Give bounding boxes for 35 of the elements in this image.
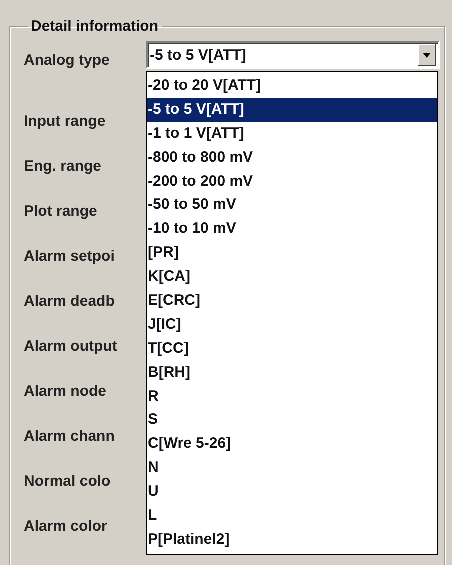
dropdown-option[interactable]: N: [147, 456, 437, 480]
field-label: Eng. range: [24, 158, 103, 176]
dropdown-option[interactable]: P[Platinel2]: [147, 528, 437, 552]
dropdown-option[interactable]: -200 to 200 mV: [147, 170, 437, 194]
field-label: Alarm setpoi: [24, 248, 116, 266]
dropdown-option[interactable]: -1 to 1 V[ATT]: [147, 122, 437, 146]
dropdown-option[interactable]: -800 to 800 mV: [147, 146, 437, 170]
field-label: Alarm chann: [24, 428, 116, 446]
dropdown-option[interactable]: -20 to 20 V[ATT]: [147, 74, 437, 98]
dropdown-option[interactable]: C[Wre 5-26]: [147, 432, 437, 456]
dropdown-button[interactable]: [418, 44, 436, 66]
field-label: Alarm output: [24, 338, 118, 356]
dropdown-option[interactable]: -50 to 50 mV: [147, 193, 437, 218]
field-label: Alarm deadb: [24, 293, 116, 311]
field-label: Analog type: [24, 52, 111, 69]
field-label: Normal colo: [24, 473, 112, 491]
field-label: Input range: [24, 113, 107, 131]
dropdown-option[interactable]: -5 to 5 V[ATT]: [147, 98, 437, 122]
dropdown-option[interactable]: -10 to 10 mV: [147, 217, 437, 242]
dropdown-option[interactable]: R: [147, 384, 437, 408]
dropdown-option[interactable]: J[IC]: [147, 312, 437, 337]
dropdown-option[interactable]: S: [147, 408, 437, 432]
analog-type-dropdown[interactable]: -5 to 5 V[ATT]: [146, 41, 440, 69]
dropdown-option[interactable]: L: [147, 504, 437, 528]
dropdown-option[interactable]: B[RH]: [147, 360, 437, 385]
dropdown-option[interactable]: T[CC]: [147, 336, 437, 361]
dropdown-option[interactable]: U: [147, 480, 437, 504]
field-label: Alarm node: [24, 383, 108, 401]
dropdown-option[interactable]: E[CRC]: [147, 289, 437, 313]
dropdown-option[interactable]: [PR]: [147, 241, 437, 266]
field-label: Alarm color: [24, 518, 108, 536]
dropdown-option[interactable]: K[CA]: [147, 265, 437, 290]
field-label: Plot range: [24, 203, 98, 221]
group-title: Detail information: [30, 18, 160, 35]
caret-icon: [423, 52, 431, 58]
